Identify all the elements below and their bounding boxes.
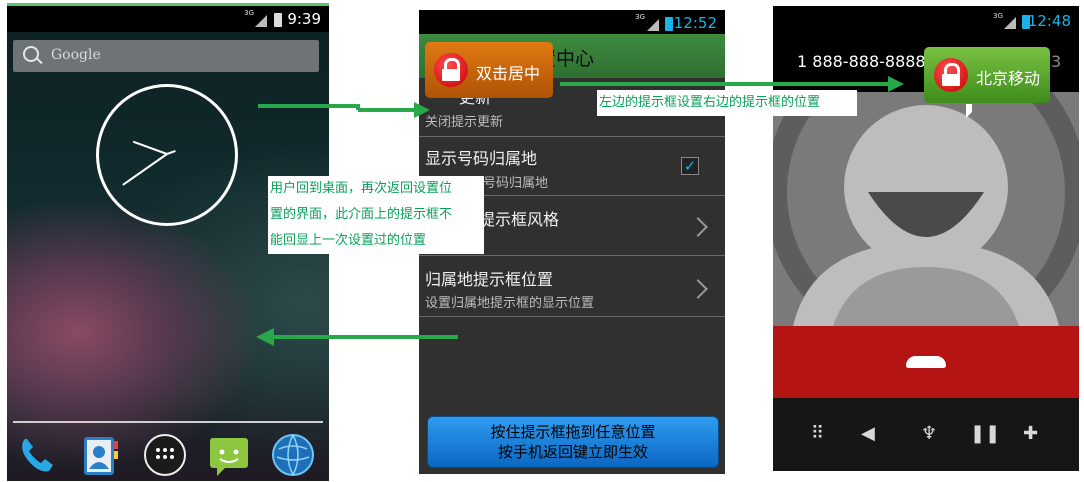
location-toast: 北京移动 <box>924 47 1050 103</box>
caller-photo <box>773 92 1079 326</box>
phone-icon[interactable] <box>15 433 59 477</box>
google-search-bar[interactable]: Google <box>13 40 319 72</box>
status-time: 12:52 <box>673 14 717 32</box>
arrow-head <box>888 76 904 92</box>
location-toast-draggable[interactable]: 双击居中 <box>425 42 553 98</box>
arrow-right-2 <box>560 82 890 86</box>
annotation-note-top: 左边的提示框设置右边的提示框的位置 <box>597 90 857 116</box>
button-line-2: 按手机返回键立即生效 <box>497 443 648 461</box>
end-call-bar[interactable] <box>773 326 1079 398</box>
search-icon <box>23 46 39 62</box>
call-controls: ⠿ ◀ ♆ ❚❚ ✚ <box>773 398 1079 471</box>
row-title: 归属地提示框位置 <box>425 270 554 289</box>
clock-second-hand <box>166 149 176 155</box>
browser-icon[interactable] <box>271 433 315 477</box>
mouse-cursor <box>966 104 972 118</box>
speaker-icon[interactable]: ◀ <box>861 424 875 444</box>
network-type: 3G <box>635 13 645 21</box>
apps-icon[interactable] <box>143 433 187 477</box>
signal-icon <box>647 19 659 31</box>
battery-icon <box>665 17 673 31</box>
arrow-right-1-seg <box>258 104 358 108</box>
signal-icon <box>255 15 267 27</box>
status-bar: 3G 12:48 <box>773 6 1079 34</box>
chevron-right-icon <box>688 217 708 237</box>
search-placeholder: Google <box>51 47 101 63</box>
status-bar: 3G 12:52 <box>419 10 725 34</box>
toast-label: 北京移动 <box>976 69 1041 88</box>
note-line: 用户回到桌面，再次返回设置位 <box>270 181 453 196</box>
chevron-right-icon <box>688 279 708 299</box>
end-call-icon <box>906 356 946 368</box>
network-type: 3G <box>244 9 254 17</box>
location-checkbox[interactable]: ✓ <box>681 157 699 175</box>
status-time: 12:48 <box>1027 12 1071 30</box>
arrow-head <box>256 328 274 346</box>
add-call-icon[interactable]: ✚ <box>1023 424 1038 444</box>
lock-icon <box>434 53 468 87</box>
signal-icon <box>1004 17 1016 29</box>
annotation-note-middle: 用户回到桌面，再次返回设置位 置的界面，此介面上的提示框不 能回显上一次设置过的… <box>268 176 484 254</box>
note-line: 能回显上一次设置过的位置 <box>270 233 427 248</box>
mute-icon[interactable]: ♆ <box>921 424 937 444</box>
toast-label: 双击居中 <box>476 64 541 83</box>
row-subtitle: 号码归属地 <box>483 176 549 191</box>
arrow-right-1 <box>358 108 416 112</box>
row-title: 显示号码归属地 <box>425 149 538 168</box>
status-bar: 3G 9:39 <box>7 6 329 32</box>
row-subtitle: 关闭提示更新 <box>425 115 504 130</box>
status-time: 9:39 <box>287 10 321 28</box>
arrow-left <box>272 335 458 339</box>
caller-number: 1 888-888-8888 <box>797 52 926 71</box>
clock-minute-hand <box>122 153 168 186</box>
note-line: 置的界面，此介面上的提示框不 <box>270 207 453 222</box>
messaging-icon[interactable] <box>207 433 251 477</box>
contacts-icon[interactable] <box>78 433 122 477</box>
hold-icon[interactable]: ❚❚ <box>970 424 1000 444</box>
arrow-head <box>414 102 430 118</box>
dock <box>7 425 329 481</box>
drag-hint-button[interactable]: 按住提示框拖到任意位置 按手机返回键立即生效 <box>427 416 719 468</box>
battery-icon <box>274 13 282 27</box>
row-title: 提示框风格 <box>479 210 560 229</box>
analog-clock-widget[interactable] <box>96 84 238 226</box>
caller-number-tail: 3 <box>1051 52 1062 71</box>
row-subtitle: 设置归属地提示框的显示位置 <box>425 296 595 311</box>
dialpad-icon[interactable]: ⠿ <box>811 424 824 444</box>
dock-divider <box>13 421 323 423</box>
lock-icon <box>934 58 968 92</box>
button-line-1: 按住提示框拖到任意位置 <box>490 423 656 441</box>
clock-hour-hand <box>132 140 168 155</box>
network-type: 3G <box>993 12 1003 20</box>
list-item-toast-position[interactable]: 归属地提示框位置 设置归属地提示框的显示位置 <box>419 256 725 317</box>
